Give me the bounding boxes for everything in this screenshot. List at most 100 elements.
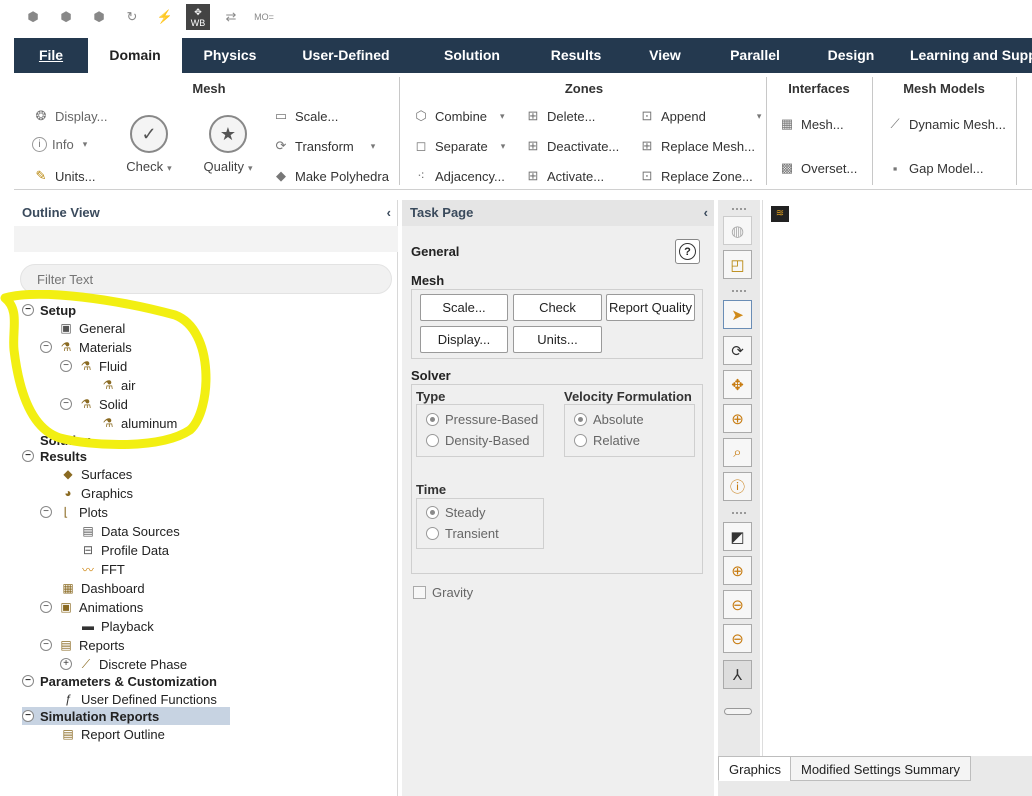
adjacency-button[interactable]: ⁖ Adjacency... xyxy=(412,167,505,185)
collapse-toggle-icon[interactable]: − xyxy=(40,506,52,518)
tree-node-setup[interactable]: − Setup xyxy=(22,301,76,319)
tab-domain[interactable]: Domain xyxy=(88,38,182,73)
collapse-toggle-icon[interactable]: − xyxy=(22,710,34,722)
tree-node-simulation-reports[interactable]: − Simulation Reports xyxy=(22,707,230,725)
collapse-panel-icon[interactable]: ‹ xyxy=(387,200,391,226)
tree-node-materials[interactable]: − ⚗ Materials xyxy=(40,338,132,356)
tree-node-animations[interactable]: − ▣ Animations xyxy=(40,598,143,616)
activate-button[interactable]: ⊞ Activate... xyxy=(524,167,605,185)
tab-solution[interactable]: Solution xyxy=(424,38,520,73)
tree-node-graphics[interactable]: ◕ Graphics xyxy=(60,484,133,502)
tree-node-general[interactable]: ▣ General xyxy=(58,319,125,337)
zoom-icon[interactable]: ⊕ xyxy=(723,404,752,433)
refresh-icon[interactable]: ↻ xyxy=(123,8,141,26)
tab-learning-support[interactable]: Learning and Support xyxy=(904,38,1032,73)
collapse-toggle-icon[interactable]: − xyxy=(60,398,72,410)
units-button[interactable]: Units... xyxy=(513,326,602,353)
tree-node-plots[interactable]: − ⌊ Plots xyxy=(40,503,108,521)
help-button[interactable]: ? xyxy=(675,239,700,264)
tab-file[interactable]: File xyxy=(14,38,88,73)
tab-view[interactable]: View xyxy=(630,38,700,73)
graphics-window[interactable]: ≋ xyxy=(762,200,1032,758)
tree-node-aluminum[interactable]: ⚗ aluminum xyxy=(100,414,178,432)
tree-node-dashboard[interactable]: ▦ Dashboard xyxy=(60,579,144,597)
display-button[interactable]: Display... xyxy=(420,326,508,353)
tab-user-defined[interactable]: User-Defined xyxy=(286,38,406,73)
axes-icon[interactable]: ⅄ xyxy=(723,660,752,689)
tab-physics[interactable]: Physics xyxy=(184,38,276,73)
tree-node-profile-data[interactable]: ⊟ Profile Data xyxy=(80,541,169,559)
zoom-out-icon[interactable]: ⊖ xyxy=(723,590,752,619)
mesh-check-button[interactable]: ✓ Check ▾ xyxy=(124,115,174,174)
pointer-icon[interactable]: ➤ xyxy=(723,300,752,329)
tree-node-discrete-phase[interactable]: + ⟋ Discrete Phase xyxy=(60,655,187,673)
sphere-icon[interactable]: ◍ xyxy=(723,216,752,245)
collapse-toggle-icon[interactable]: − xyxy=(40,341,52,353)
absolute-radio[interactable]: Absolute xyxy=(574,412,644,427)
new-case-icon[interactable]: ⬢ xyxy=(24,8,42,26)
relative-radio[interactable]: Relative xyxy=(574,433,640,448)
delete-zone-button[interactable]: ⊞ Delete... xyxy=(524,107,596,125)
rotate-icon[interactable]: ⟳ xyxy=(723,336,752,365)
zoom-minus-icon[interactable]: ⊖ xyxy=(723,624,752,653)
probe-info-icon[interactable]: ⓘ xyxy=(723,472,752,501)
reduce-icon[interactable]: ⚡ xyxy=(156,8,174,26)
layout-icon[interactable]: ⇄ xyxy=(222,8,240,26)
interfaces-mesh-button[interactable]: ▦ Mesh... xyxy=(778,115,844,133)
tab-parallel[interactable]: Parallel xyxy=(710,38,800,73)
tree-node-parameters[interactable]: − Parameters & Customization xyxy=(22,672,217,690)
tab-modified-settings-summary[interactable]: Modified Settings Summary xyxy=(790,756,971,781)
gravity-checkbox[interactable]: Gravity xyxy=(413,585,473,600)
collapse-toggle-icon[interactable]: − xyxy=(40,639,52,651)
replace-mesh-button[interactable]: ⊞ Replace Mesh... xyxy=(638,137,755,155)
mesh-transform-button[interactable]: ⟳ Transform ▾ xyxy=(272,137,376,155)
fit-view-icon[interactable]: ◩ xyxy=(723,522,752,551)
separate-button[interactable]: ◻ Separate ▾ xyxy=(412,137,506,155)
combine-button[interactable]: ⬡ Combine ▾ xyxy=(412,107,504,125)
scale-button[interactable]: Scale... xyxy=(420,294,508,321)
tab-design[interactable]: Design xyxy=(810,38,892,73)
tree-node-fft[interactable]: 〰 FFT xyxy=(80,560,125,578)
deactivate-button[interactable]: ⊞ Deactivate... xyxy=(524,137,620,155)
tree-node-report-outline[interactable]: ▤ Report Outline xyxy=(60,725,165,743)
open-case-icon[interactable]: ⬢ xyxy=(57,8,75,26)
collapse-toggle-icon[interactable]: − xyxy=(22,304,34,316)
transient-radio[interactable]: Transient xyxy=(426,526,499,541)
tab-results[interactable]: Results xyxy=(532,38,620,73)
tree-node-surfaces[interactable]: ◆ Surfaces xyxy=(60,465,132,483)
pan-icon[interactable]: ✥ xyxy=(723,370,752,399)
tree-node-results[interactable]: − Results xyxy=(22,447,87,465)
collapse-toggle-icon[interactable]: − xyxy=(60,360,72,372)
check-button[interactable]: Check xyxy=(513,294,602,321)
tree-node-reports[interactable]: − ▤ Reports xyxy=(40,636,125,654)
tree-node-data-sources[interactable]: ▤ Data Sources xyxy=(80,522,179,540)
tab-graphics[interactable]: Graphics xyxy=(718,756,793,781)
mesh-scale-button[interactable]: ▭ Scale... xyxy=(272,107,339,125)
append-button[interactable]: ⊡ Append ▾ xyxy=(638,107,762,125)
steady-radio[interactable]: Steady xyxy=(426,505,485,520)
tree-node-air[interactable]: ⚗ air xyxy=(100,376,136,394)
report-quality-button[interactable]: Report Quality xyxy=(606,294,695,321)
collapse-toggle-icon[interactable]: − xyxy=(22,675,34,687)
collapse-toggle-icon[interactable]: − xyxy=(40,601,52,613)
expand-toggle-icon[interactable]: + xyxy=(60,658,72,670)
replace-zone-button[interactable]: ⊡ Replace Zone... xyxy=(638,167,753,185)
zoom-in-icon[interactable]: ⊕ xyxy=(723,556,752,585)
gap-model-button[interactable]: ▪ Gap Model... xyxy=(886,159,984,177)
tree-node-udf[interactable]: ƒ User Defined Functions xyxy=(60,690,217,708)
save-case-icon[interactable]: ⬢ xyxy=(90,8,108,26)
moe-icon[interactable]: MO= xyxy=(254,8,274,26)
tree-node-fluid[interactable]: − ⚗ Fluid xyxy=(60,357,127,375)
filter-text-input[interactable] xyxy=(20,264,392,294)
tree-node-solid[interactable]: − ⚗ Solid xyxy=(60,395,128,413)
workbench-icon[interactable]: ✥ WB xyxy=(186,4,210,30)
zoom-box-icon[interactable]: ⌕ xyxy=(723,438,752,467)
overset-button[interactable]: ▩ Overset... xyxy=(778,159,858,177)
make-polyhedra-button[interactable]: ◆ Make Polyhedra xyxy=(272,167,389,185)
toolbar-overflow-icon[interactable] xyxy=(724,708,752,715)
mesh-quality-button[interactable]: ★ Quality ▾ xyxy=(198,115,258,174)
tree-node-playback[interactable]: ▬ Playback xyxy=(80,617,154,635)
view-cube-icon[interactable]: ◰ xyxy=(723,250,752,279)
mesh-units-button[interactable]: ✎ Units... xyxy=(32,167,96,185)
mesh-display-button[interactable]: ❂ Display... xyxy=(32,107,108,125)
